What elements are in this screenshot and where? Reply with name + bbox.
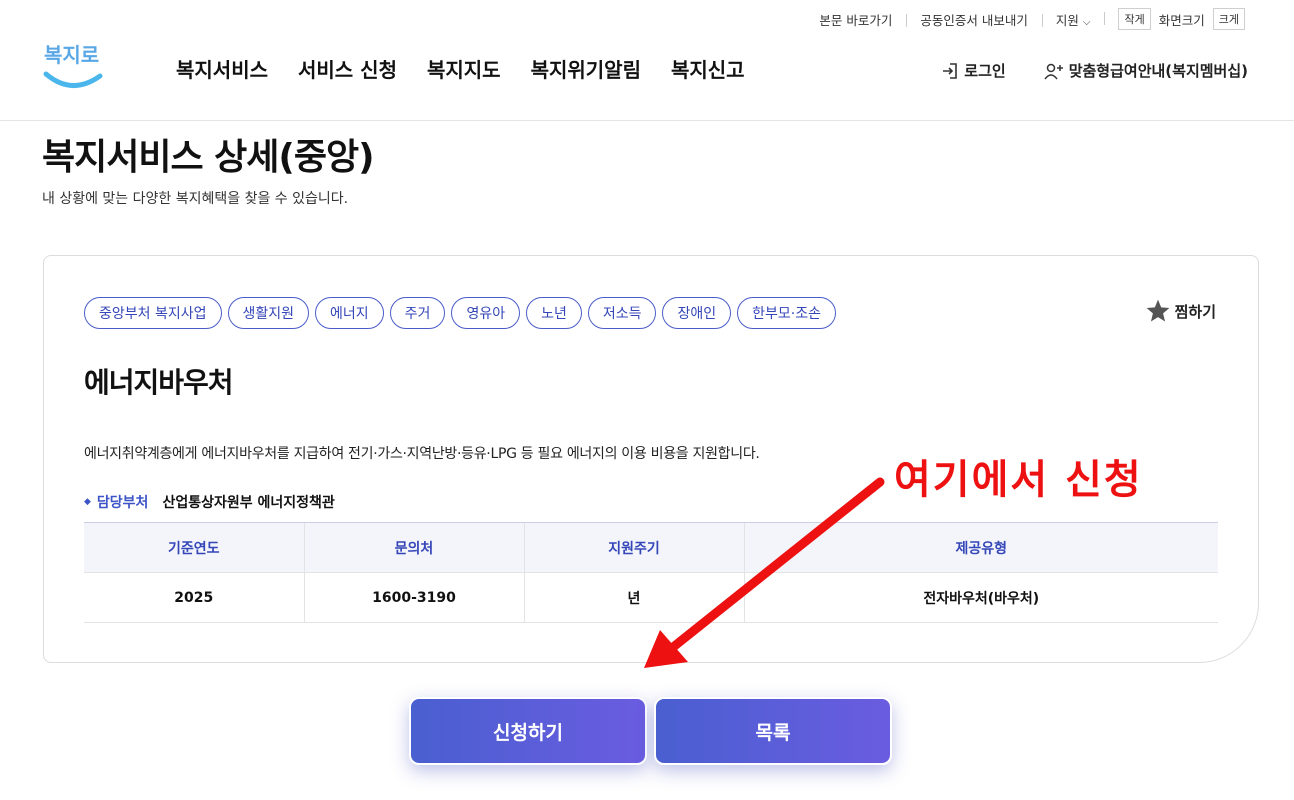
nav-service-apply[interactable]: 서비스 신청 xyxy=(298,54,397,83)
diamond-bullet-icon: ◆ xyxy=(84,497,91,507)
login-icon xyxy=(943,62,958,79)
list-button[interactable]: 목록 xyxy=(654,697,892,765)
skip-to-content-link[interactable]: 본문 바로가기 xyxy=(805,10,906,29)
support-dropdown[interactable]: 지원 ⌵ xyxy=(1041,10,1105,29)
logo-text: 복지로 xyxy=(44,43,99,67)
apply-button[interactable]: 신청하기 xyxy=(409,697,647,765)
utility-bar: 본문 바로가기 공동인증서 내보내기 지원 ⌵ 작게 화면크기 크게 xyxy=(805,8,1259,30)
department-label: 담당부처 xyxy=(96,495,149,511)
logo-icon: 복지로 xyxy=(43,43,103,88)
nav-welfare-report[interactable]: 복지신고 xyxy=(671,54,745,83)
table-cell: 전자바우처(바우처) xyxy=(743,572,1218,623)
header-actions: 로그인 맞춤형급여안내(복지멤버십) xyxy=(941,60,1248,81)
column-header: 제공유형 xyxy=(743,522,1218,573)
tag-infant[interactable]: 영유아 xyxy=(451,297,521,329)
column-header: 문의처 xyxy=(303,522,524,573)
cert-export-link[interactable]: 공동인증서 내보내기 xyxy=(906,10,1041,29)
font-size-label: 화면크기 xyxy=(1158,12,1205,28)
department-info: ◆ 담당부처 산업통상자원부 에너지정책관 xyxy=(84,492,335,512)
chevron-down-icon: ⌵ xyxy=(1082,16,1091,28)
support-label: 지원 xyxy=(1055,12,1079,28)
tag-central-ministry[interactable]: 중앙부처 복지사업 xyxy=(84,297,222,329)
tag-low-income[interactable]: 저소득 xyxy=(587,297,657,329)
site-logo[interactable]: 복지로 xyxy=(42,38,106,94)
nav-crisis-alert[interactable]: 복지위기알림 xyxy=(531,54,641,83)
login-label: 로그인 xyxy=(964,62,1006,80)
table-row: 2025 1600-3190 년 전자바우처(바우처) xyxy=(84,572,1218,623)
service-description: 에너지취약계층에게 에너지바우처를 지급하여 전기·가스·지역난방·등유·LPG… xyxy=(84,446,760,462)
main-navigation: 복지서비스 서비스 신청 복지지도 복지위기알림 복지신고 xyxy=(176,54,745,83)
user-add-icon xyxy=(1044,63,1063,79)
tag-housing[interactable]: 주거 xyxy=(389,297,446,329)
nav-welfare-service[interactable]: 복지서비스 xyxy=(176,54,268,83)
service-info-table: 기준연도 문의처 지원주기 제공유형 2025 1600-3190 년 전자바우… xyxy=(84,522,1218,623)
tag-disabled[interactable]: 장애인 xyxy=(662,297,732,329)
tag-elderly[interactable]: 노년 xyxy=(526,297,582,329)
table-cell: 년 xyxy=(523,572,744,623)
membership-link[interactable]: 맞춤형급여안내(복지멤버십) xyxy=(1044,60,1248,81)
table-cell: 2025 xyxy=(84,572,304,623)
table-cell: 1600-3190 xyxy=(303,572,524,623)
favorite-label: 찜하기 xyxy=(1174,302,1216,321)
font-large-button[interactable]: 크게 xyxy=(1212,8,1245,30)
font-size-control: 작게 화면크기 크게 xyxy=(1104,8,1259,30)
column-header: 기준연도 xyxy=(84,522,304,573)
favorite-button[interactable]: 찜하기 xyxy=(1145,298,1216,324)
tag-energy[interactable]: 에너지 xyxy=(315,297,384,329)
login-link[interactable]: 로그인 xyxy=(941,60,1006,81)
tag-living-support[interactable]: 생활지원 xyxy=(227,297,310,329)
tag-list: 중앙부처 복지사업 생활지원 에너지 주거 영유아 노년 저소득 장애인 한부모… xyxy=(84,297,836,329)
table-header-row: 기준연도 문의처 지원주기 제공유형 xyxy=(84,522,1218,573)
membership-label: 맞춤형급여안내(복지멤버십) xyxy=(1068,62,1248,80)
department-value: 산업통상자원부 에너지정책관 xyxy=(162,495,335,511)
tag-single-parent[interactable]: 한부모·조손 xyxy=(737,297,836,329)
font-small-button[interactable]: 작게 xyxy=(1118,8,1151,30)
service-title: 에너지바우처 xyxy=(84,366,234,399)
page-subtitle: 내 상황에 맞는 다양한 복지혜택을 찾을 수 있습니다. xyxy=(42,191,349,207)
star-icon xyxy=(1146,299,1169,322)
page-title: 복지서비스 상세(중앙) xyxy=(42,137,375,178)
annotation-text: 여기에서 신청 xyxy=(894,457,1143,503)
header-divider xyxy=(0,120,1294,121)
nav-welfare-map[interactable]: 복지지도 xyxy=(427,54,501,83)
column-header: 지원주기 xyxy=(523,522,744,573)
